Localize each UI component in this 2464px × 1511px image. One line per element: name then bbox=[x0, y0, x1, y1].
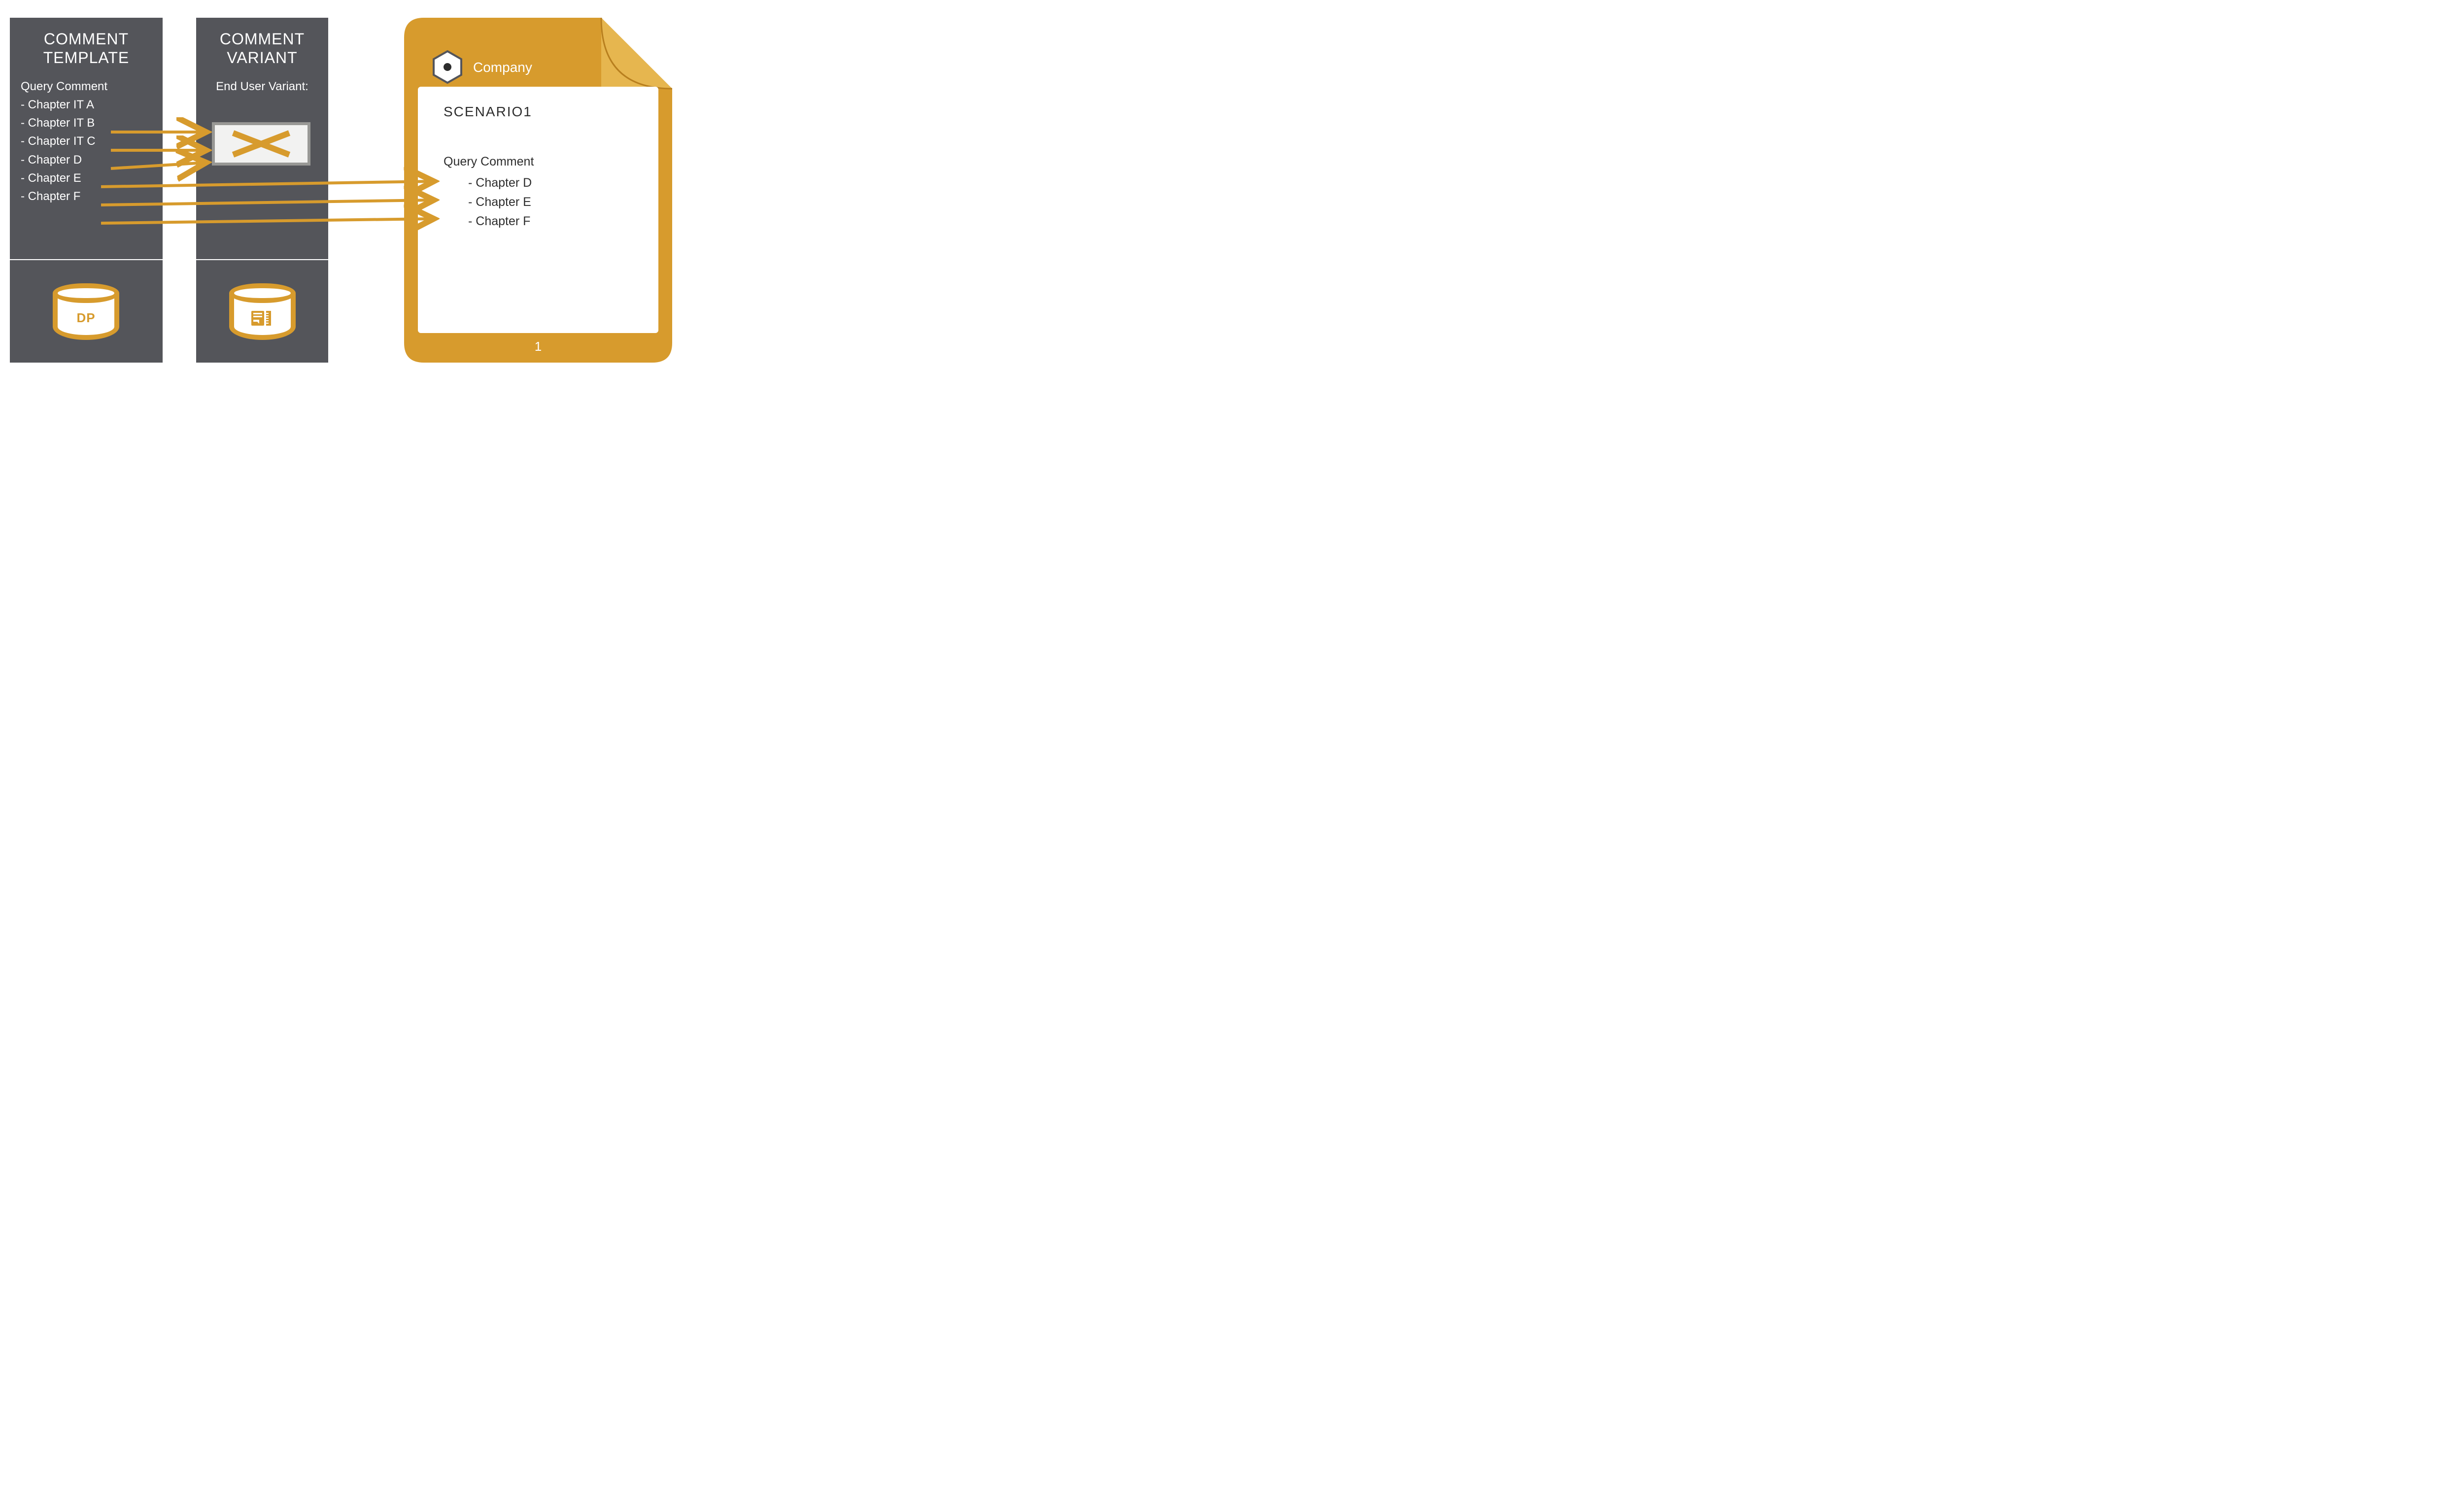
scenario-title: SCENARIO1 bbox=[444, 104, 532, 120]
comment-template-panel: COMMENT TEMPLATE Query Comment - Chapter… bbox=[10, 18, 163, 259]
scenario-query-comment-label: Query Comment bbox=[444, 155, 534, 169]
speech-ruler-icon bbox=[229, 309, 296, 331]
chapter-it-a: - Chapter IT A bbox=[21, 96, 152, 114]
scenario-chapter-e: - Chapter E bbox=[468, 193, 532, 212]
variant-database-icon bbox=[229, 283, 296, 340]
scenario-chapter-list: - Chapter D - Chapter E - Chapter F bbox=[468, 173, 532, 231]
end-user-variant-label: End User Variant: bbox=[196, 77, 328, 96]
query-comment-label: Query Comment bbox=[10, 77, 163, 96]
chapter-it-c: - Chapter IT C bbox=[21, 132, 152, 150]
scenario-document: Company SCENARIO1 Query Comment - Chapte… bbox=[404, 18, 672, 363]
dp-database-label: DP bbox=[53, 310, 119, 326]
comment-template-title: COMMENT TEMPLATE bbox=[10, 18, 163, 67]
cross-icon bbox=[229, 129, 293, 159]
scenario-chapter-f: - Chapter F bbox=[468, 212, 532, 231]
company-label: Company bbox=[473, 60, 532, 75]
comment-variant-title: COMMENT VARIANT bbox=[196, 18, 328, 67]
scenario-chapter-d: - Chapter D bbox=[468, 173, 532, 193]
variant-rejected-box bbox=[212, 122, 310, 166]
dp-database-icon: DP bbox=[53, 283, 119, 340]
chapter-d: - Chapter D bbox=[21, 151, 152, 169]
chapter-e: - Chapter E bbox=[21, 169, 152, 187]
chapter-it-b: - Chapter IT B bbox=[21, 114, 152, 132]
chapter-f: - Chapter F bbox=[21, 187, 152, 205]
chapter-list-template: - Chapter IT A - Chapter IT B - Chapter … bbox=[10, 96, 163, 205]
page-number: 1 bbox=[404, 339, 672, 354]
